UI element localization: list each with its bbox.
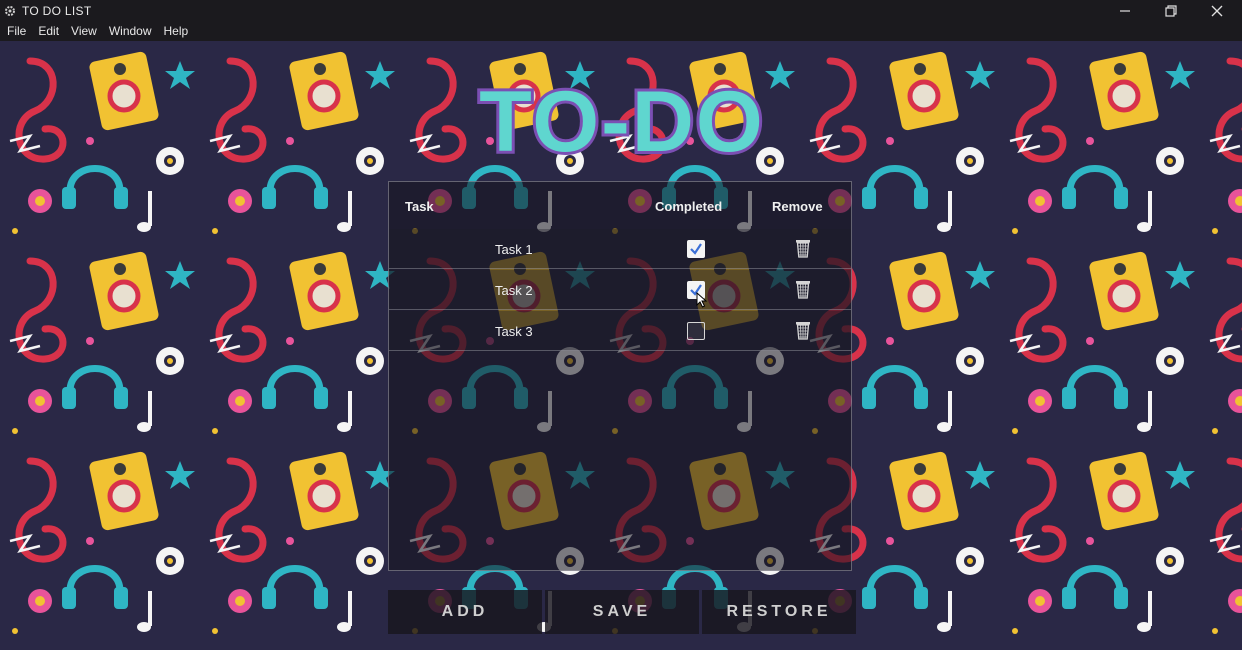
to-do-logo: TO-DO: [476, 73, 766, 168]
completed-checkbox[interactable]: [687, 322, 705, 340]
window-title: TO DO LIST: [22, 4, 92, 18]
mouse-cursor-icon: [696, 292, 708, 308]
maximize-button[interactable]: [1148, 0, 1194, 22]
task-row: Task 3: [389, 311, 851, 351]
menu-edit[interactable]: Edit: [33, 22, 64, 41]
save-button[interactable]: SAVE: [545, 590, 699, 634]
close-icon: [1211, 5, 1223, 17]
task-row: Task 1: [389, 229, 851, 269]
add-button[interactable]: ADD: [388, 590, 542, 634]
minimize-icon: [1120, 10, 1130, 12]
completed-checkbox[interactable]: [687, 240, 705, 258]
title-bar: TO DO LIST: [0, 0, 1242, 22]
logo-text: TO-DO: [479, 74, 765, 168]
column-header-task: Task: [405, 199, 434, 214]
restore-window-icon: [1165, 5, 1177, 17]
close-button[interactable]: [1194, 0, 1240, 22]
menu-file[interactable]: File: [2, 22, 31, 41]
task-label: Task 2: [495, 283, 533, 298]
task-label: Task 3: [495, 324, 533, 339]
minimize-button[interactable]: [1102, 0, 1148, 22]
app-gear-icon: [5, 6, 15, 16]
restore-button[interactable]: RESTORE: [702, 590, 856, 634]
trash-icon[interactable]: [795, 238, 811, 258]
table-header: Task Completed Remove: [389, 182, 851, 228]
menu-help[interactable]: Help: [159, 22, 194, 41]
checkmark-icon: [690, 243, 702, 255]
trash-icon[interactable]: [795, 279, 811, 299]
menu-bar: File Edit View Window Help: [0, 22, 1242, 41]
menu-window[interactable]: Window: [104, 22, 157, 41]
task-label: Task 1: [495, 242, 533, 257]
column-header-remove: Remove: [772, 199, 823, 214]
task-row: Task 2: [389, 270, 851, 310]
task-table: Task Completed Remove Task 1 Task 2 Task…: [388, 181, 852, 571]
trash-icon[interactable]: [795, 320, 811, 340]
menu-view[interactable]: View: [66, 22, 102, 41]
column-header-completed: Completed: [655, 199, 723, 214]
